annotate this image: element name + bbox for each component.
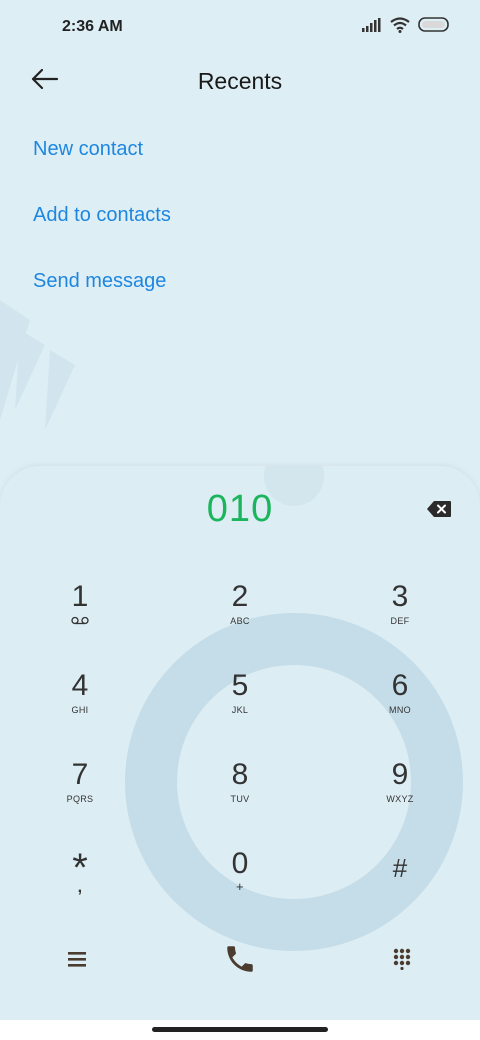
- key-letters: +: [236, 879, 244, 894]
- backspace-button[interactable]: [426, 500, 452, 518]
- key-letters: WXYZ: [386, 794, 414, 804]
- key-digit: 4: [71, 669, 89, 702]
- key-star[interactable]: * ,: [25, 843, 135, 923]
- key-9[interactable]: 9 WXYZ: [345, 754, 455, 834]
- menu-icon: [67, 951, 87, 972]
- key-digit: 9: [391, 758, 409, 791]
- menu-button[interactable]: [52, 936, 102, 986]
- wifi-icon: [390, 17, 410, 38]
- header: Recents: [0, 56, 480, 106]
- key-letters: MNO: [389, 705, 411, 715]
- status-time: 2:36 AM: [62, 18, 123, 35]
- key-5[interactable]: 5 JKL: [185, 665, 295, 745]
- key-digit: 6: [391, 669, 409, 702]
- key-3[interactable]: 3 DEF: [345, 576, 455, 656]
- key-digit: 3: [391, 580, 409, 613]
- system-nav-bar: [0, 1020, 480, 1040]
- signal-icon: [362, 18, 382, 37]
- home-indicator[interactable]: [152, 1027, 328, 1032]
- dialed-number: 010: [206, 488, 274, 530]
- dialpad-panel: 010 1 2 ABC 3 DEF 4 GHI 5 JKL 6 MNO 7 PQ…: [0, 466, 480, 1020]
- status-bar: 2:36 AM: [0, 0, 480, 56]
- status-icons: [362, 17, 450, 38]
- contact-actions: New contact Add to contacts Send message: [33, 136, 171, 334]
- key-letters: ABC: [230, 616, 250, 626]
- phone-call-icon: [223, 942, 257, 981]
- key-digit: #: [392, 853, 408, 883]
- add-to-contacts-link[interactable]: Add to contacts: [33, 202, 171, 268]
- dialer-bottom-bar: [0, 936, 480, 986]
- key-8[interactable]: 8 TUV: [185, 754, 295, 834]
- key-0[interactable]: 0 +: [185, 843, 295, 923]
- send-message-link[interactable]: Send message: [33, 268, 171, 334]
- key-digit: 5: [231, 669, 249, 702]
- key-digit: 1: [71, 580, 89, 613]
- key-letters: TUV: [230, 794, 250, 804]
- key-6[interactable]: 6 MNO: [345, 665, 455, 745]
- key-letters: GHI: [71, 705, 89, 715]
- key-digit: 2: [231, 580, 249, 613]
- dialpad-icon: [393, 948, 411, 975]
- page-title: Recents: [197, 68, 283, 94]
- key-digit: 0: [231, 847, 249, 880]
- dialpad-toggle-button[interactable]: [377, 936, 427, 986]
- voicemail-icon: [25, 616, 135, 627]
- backspace-icon: [426, 501, 452, 522]
- key-2[interactable]: 2 ABC: [185, 576, 295, 656]
- key-letters: JKL: [231, 705, 249, 715]
- key-letters: ,: [77, 879, 83, 896]
- key-digit: 7: [71, 758, 89, 791]
- key-hash[interactable]: #: [345, 843, 455, 923]
- key-7[interactable]: 7 PQRS: [25, 754, 135, 834]
- new-contact-link[interactable]: New contact: [33, 136, 171, 202]
- key-letters: PQRS: [66, 794, 94, 804]
- key-letters: DEF: [390, 616, 410, 626]
- key-4[interactable]: 4 GHI: [25, 665, 135, 745]
- call-button[interactable]: [215, 936, 265, 986]
- key-digit: 8: [231, 758, 249, 791]
- key-1[interactable]: 1: [25, 576, 135, 656]
- battery-icon: [418, 17, 450, 38]
